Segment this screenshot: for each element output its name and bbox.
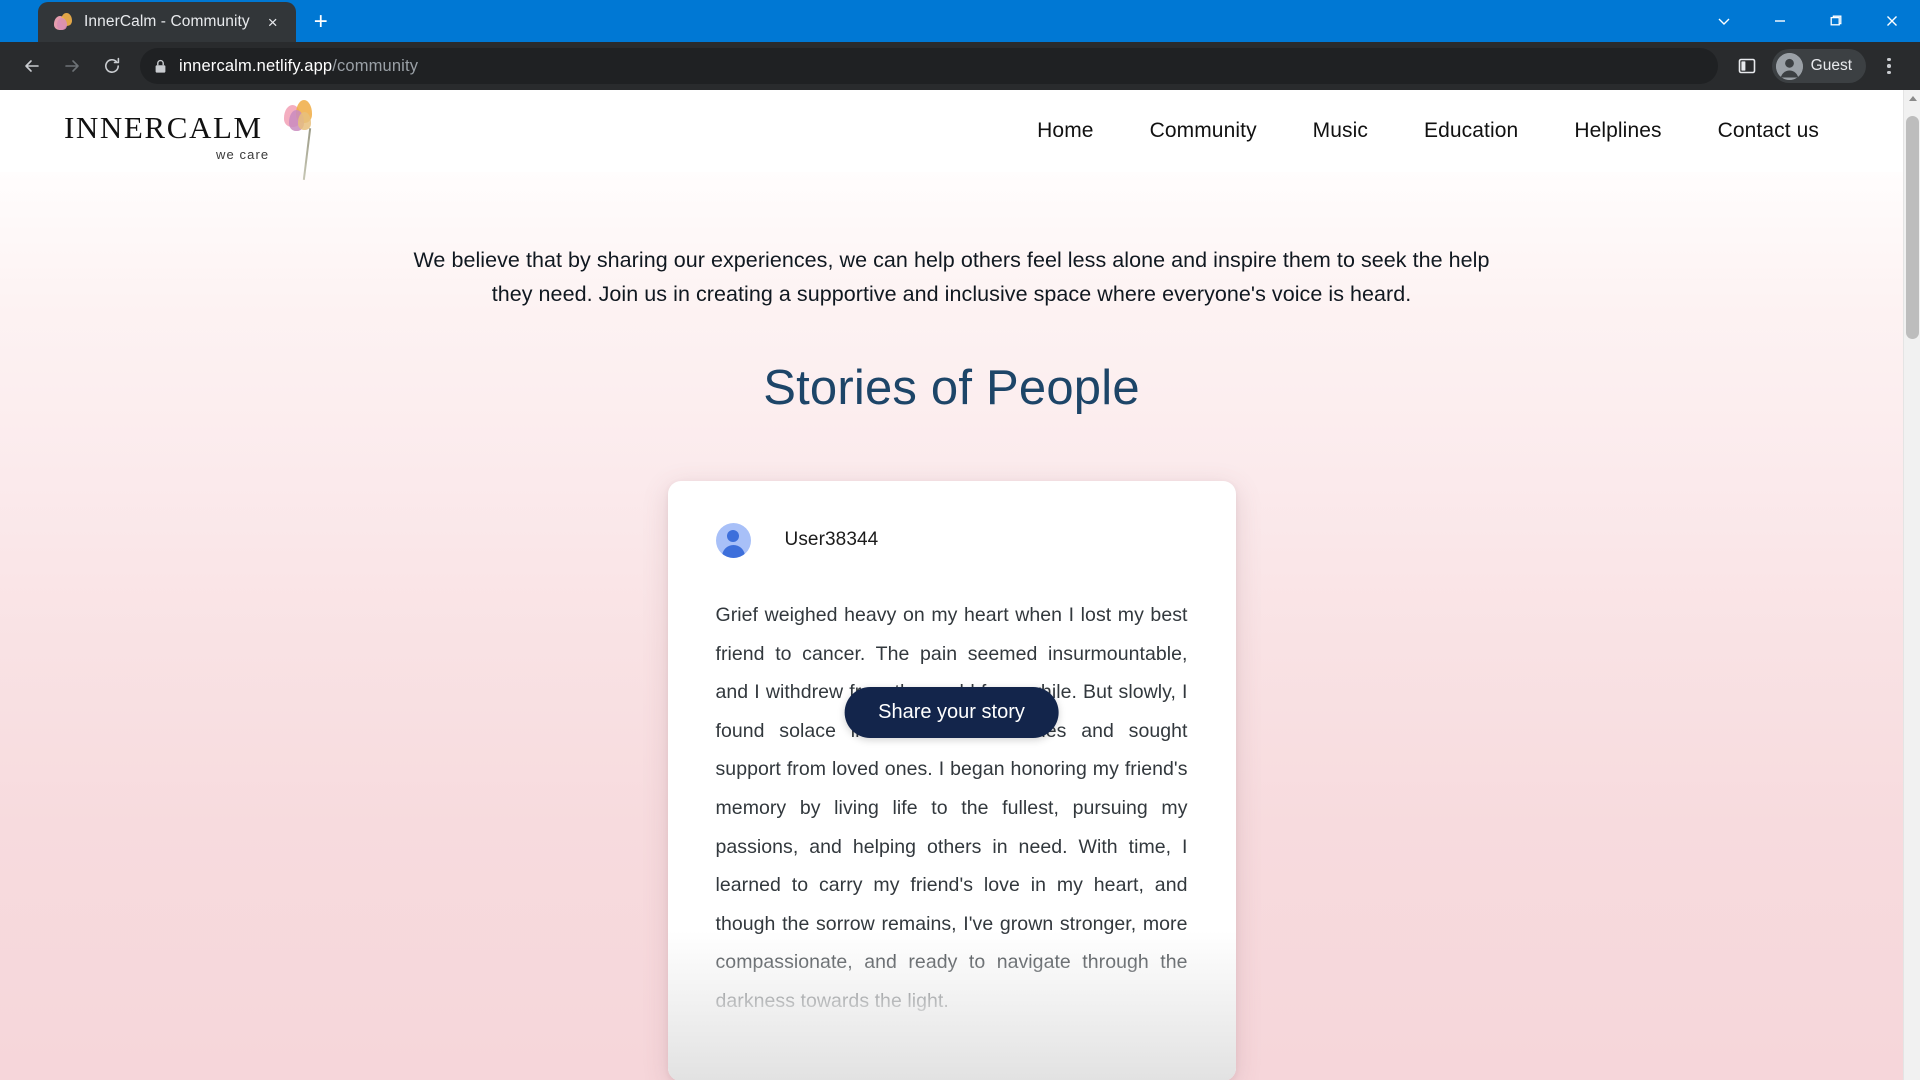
innercalm-flower-favicon [54, 12, 74, 32]
profile-label: Guest [1810, 57, 1852, 74]
logo-tagline: we care [216, 147, 270, 162]
logo-wordmark: INNERCALM [64, 110, 263, 145]
nav-item-community[interactable]: Community [1122, 119, 1285, 143]
browser-titlebar: InnerCalm - Community × + [0, 0, 1920, 42]
share-your-story-button[interactable]: Share your story [844, 687, 1059, 738]
close-icon[interactable]: × [260, 9, 286, 35]
lock-icon [154, 59, 168, 74]
new-tab-button[interactable]: + [304, 5, 338, 39]
nav-item-music[interactable]: Music [1285, 119, 1396, 143]
user-avatar-icon [715, 522, 751, 558]
nav-item-home[interactable]: Home [1009, 119, 1121, 143]
main-navigation: Home Community Music Education Helplines… [336, 119, 1847, 143]
browser-toolbar: innercalm.netlify.app/community Guest [0, 42, 1920, 90]
tab-strip: InnerCalm - Community × + [0, 0, 338, 42]
browser-tab[interactable]: InnerCalm - Community × [38, 2, 296, 42]
scroll-up-arrow-icon[interactable] [1904, 90, 1920, 107]
url-domain: innercalm.netlify.app [179, 56, 333, 75]
story-text: Grief weighed heavy on my heart when I l… [715, 603, 1188, 1013]
site-header: INNERCALM we care Home Community Music E… [0, 90, 1903, 180]
nav-item-education[interactable]: Education [1396, 119, 1546, 143]
chevron-down-icon[interactable] [1696, 0, 1752, 42]
nav-item-helplines[interactable]: Helplines [1546, 119, 1689, 143]
window-controls [1696, 0, 1920, 42]
forward-button[interactable] [54, 48, 90, 84]
tab-title: InnerCalm - Community [84, 13, 250, 30]
kebab-menu-icon[interactable] [1872, 49, 1906, 83]
profile-button[interactable]: Guest [1771, 49, 1866, 83]
page-content: We believe that by sharing our experienc… [0, 172, 1903, 1080]
url-text: innercalm.netlify.app/community [179, 57, 418, 76]
watercolor-flower-icon [284, 100, 326, 180]
side-panel-icon[interactable] [1730, 49, 1764, 83]
site-logo[interactable]: INNERCALM we care [56, 90, 336, 180]
nav-item-contact-us[interactable]: Contact us [1690, 119, 1847, 143]
browser-window: InnerCalm - Community × + innercalm.netl… [0, 0, 1920, 1080]
reload-button[interactable] [94, 48, 130, 84]
back-button[interactable] [14, 48, 50, 84]
address-bar[interactable]: innercalm.netlify.app/community [140, 48, 1718, 84]
story-username: User38344 [784, 529, 879, 551]
page-title: Stories of People [763, 360, 1140, 415]
maximize-icon[interactable] [1808, 0, 1864, 42]
scrollbar-thumb[interactable] [1906, 116, 1919, 339]
intro-paragraph: We believe that by sharing our experienc… [413, 248, 1490, 306]
minimize-icon[interactable] [1752, 0, 1808, 42]
url-path: /community [332, 56, 419, 75]
page-scrollbar[interactable] [1903, 90, 1920, 1080]
story-card-header: User38344 [715, 522, 1188, 558]
page-viewport: INNERCALM we care Home Community Music E… [0, 90, 1920, 1080]
avatar [1775, 52, 1803, 80]
web-page: INNERCALM we care Home Community Music E… [0, 90, 1903, 1080]
story-card: User38344 Grief weighed heavy on my hear… [667, 480, 1236, 1080]
toolbar-right-actions: Guest [1730, 49, 1906, 83]
close-icon[interactable] [1864, 0, 1920, 42]
